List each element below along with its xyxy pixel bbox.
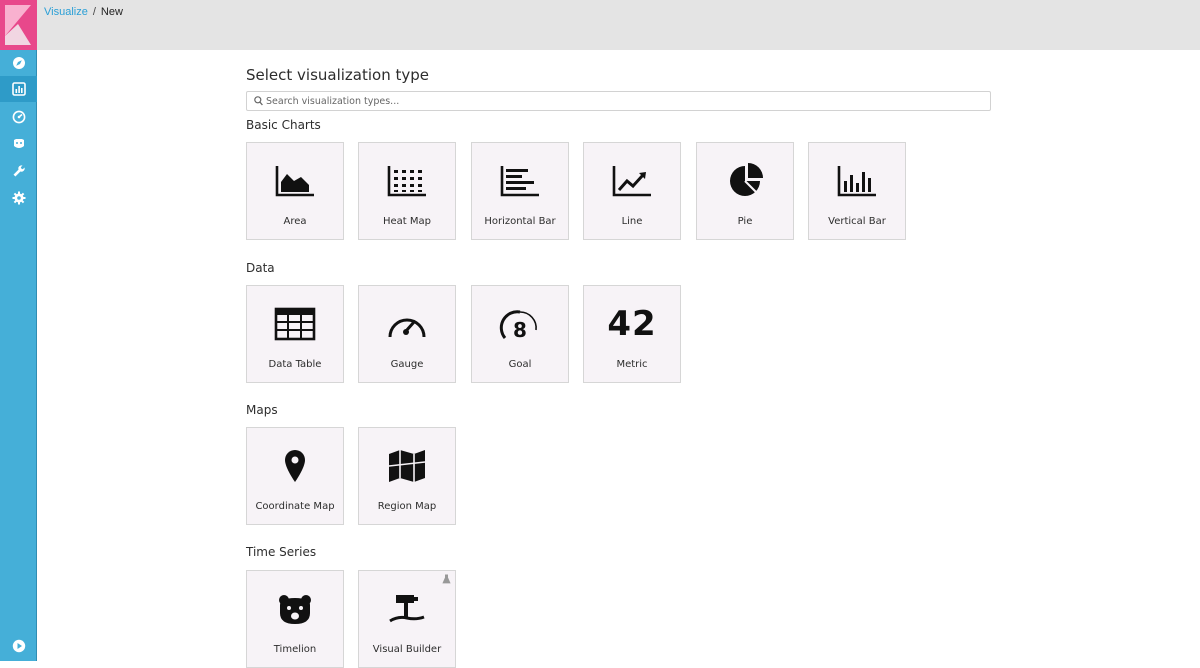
timelion-bear-icon (271, 589, 319, 629)
tile-label: Region Map (377, 501, 437, 512)
section-title-time-series: Time Series (246, 545, 317, 559)
search-icon (254, 96, 263, 106)
nav-dashboard[interactable] (0, 104, 37, 130)
experimental-flask-icon (442, 574, 451, 584)
nav-discover[interactable] (0, 50, 37, 76)
tile-label: Pie (737, 216, 753, 227)
gauge-icon (383, 304, 431, 344)
tile-label: Data Table (268, 359, 322, 370)
pie-chart-icon (721, 161, 769, 201)
page-title: Select visualization type (246, 66, 430, 84)
tile-label: Vertical Bar (828, 216, 886, 227)
tile-label: Gauge (390, 359, 424, 370)
wrench-icon (13, 165, 25, 177)
map-marker-icon (271, 446, 319, 486)
breadcrumb: Visualize / New (44, 6, 123, 18)
nav-collapse[interactable] (0, 633, 37, 659)
tile-metric[interactable]: 42 Metric (583, 285, 681, 383)
tile-visual-builder[interactable]: Visual Builder (358, 570, 456, 668)
tile-label: Area (283, 216, 307, 227)
tile-coordinate-map[interactable]: Coordinate Map (246, 427, 344, 525)
visual-builder-icon (383, 589, 431, 629)
play-icon (12, 639, 25, 653)
side-nav (0, 0, 37, 661)
horizontal-bar-icon (496, 161, 544, 201)
kibana-logo[interactable] (0, 0, 37, 50)
kibana-logo-icon (0, 0, 37, 50)
search-box[interactable] (246, 91, 991, 111)
tile-label: Line (621, 216, 643, 227)
tile-label: Visual Builder (372, 644, 442, 655)
section-title-data: Data (246, 261, 275, 275)
compass-icon (12, 57, 25, 69)
bar-chart-icon (11, 82, 26, 96)
search-input[interactable] (266, 93, 966, 109)
breadcrumb-current: New (100, 6, 123, 18)
tile-area[interactable]: Area (246, 142, 344, 240)
goal-glyph: 8 (513, 318, 527, 342)
breadcrumb-visualize-link[interactable]: Visualize (44, 6, 88, 18)
tile-label: Horizontal Bar (484, 216, 556, 227)
tile-pie[interactable]: Pie (696, 142, 794, 240)
section-title-maps: Maps (246, 403, 278, 417)
tile-goal[interactable]: 8 Goal (471, 285, 569, 383)
nav-timelion[interactable] (0, 131, 37, 157)
top-bar: Visualize / New (37, 0, 1200, 50)
nav-visualize[interactable] (0, 76, 37, 102)
table-icon (271, 304, 319, 344)
tile-label: Coordinate Map (255, 501, 335, 512)
tile-region-map[interactable]: Region Map (358, 427, 456, 525)
goal-icon: 8 (496, 304, 544, 344)
nav-management[interactable] (0, 185, 37, 211)
tile-line[interactable]: Line (583, 142, 681, 240)
tile-label: Metric (616, 359, 648, 370)
tile-data-table[interactable]: Data Table (246, 285, 344, 383)
metric-icon: 42 (607, 304, 657, 344)
line-chart-icon (608, 161, 656, 201)
section-title-basic-charts: Basic Charts (246, 118, 321, 132)
tile-timelion[interactable]: Timelion (246, 570, 344, 668)
gear-icon (12, 191, 25, 205)
nav-dev-tools[interactable] (0, 158, 37, 184)
timelion-icon (13, 139, 24, 148)
region-map-icon (383, 446, 431, 486)
tile-label: Goal (508, 359, 532, 370)
breadcrumb-separator: / (92, 6, 96, 18)
tile-vertical-bar[interactable]: Vertical Bar (808, 142, 906, 240)
tile-label: Timelion (273, 644, 317, 655)
heat-map-icon (383, 161, 431, 201)
tile-heat-map[interactable]: Heat Map (358, 142, 456, 240)
tile-label: Heat Map (382, 216, 431, 227)
tile-horizontal-bar[interactable]: Horizontal Bar (471, 142, 569, 240)
dashboard-icon (12, 110, 25, 124)
vertical-bar-icon (833, 161, 881, 201)
tile-gauge[interactable]: Gauge (358, 285, 456, 383)
metric-glyph: 42 (607, 304, 657, 344)
area-chart-icon (271, 161, 319, 201)
